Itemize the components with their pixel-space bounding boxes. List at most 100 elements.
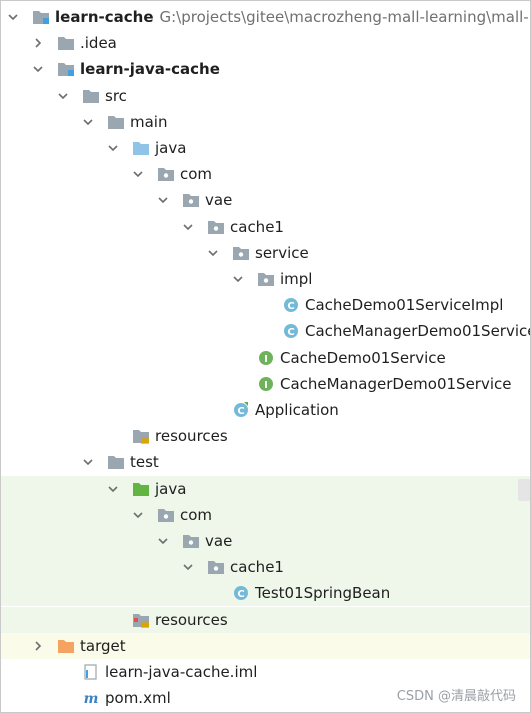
tree-row-main-cache1[interactable]: cache1 [1, 214, 530, 240]
chevron-down-icon[interactable] [31, 62, 45, 76]
interface-icon: I [256, 349, 276, 367]
package-icon [231, 244, 251, 262]
tree-row-service[interactable]: service [1, 240, 530, 266]
folder-gray-icon [56, 34, 76, 52]
test-resources-icon [131, 611, 151, 629]
folder-orange-icon [56, 637, 76, 655]
package-icon [256, 270, 276, 288]
tree-label: CacheDemo01Service [280, 348, 446, 367]
chevron-down-icon[interactable] [106, 482, 120, 496]
tree-label: cache1 [230, 558, 284, 577]
package-icon [156, 506, 176, 524]
chevron-down-icon[interactable] [156, 193, 170, 207]
tree-label: vae [205, 532, 233, 550]
folder-gray-icon [106, 453, 126, 471]
tree-label: impl [280, 270, 313, 288]
package-icon [206, 558, 226, 576]
tree-row-Test01SpringBean[interactable]: C Test01SpringBean [1, 580, 530, 607]
resources-icon [131, 427, 151, 445]
tree-label: vae [205, 191, 233, 210]
project-tree[interactable]: learn-cache G:\projects\gitee\macrozheng-… [0, 0, 531, 713]
tree-label: .idea [80, 34, 117, 53]
scrollbar-thumb[interactable] [518, 479, 530, 501]
file-iml-icon [81, 663, 101, 681]
chevron-down-icon[interactable] [106, 141, 120, 155]
tree-row-CacheManagerDemo01Service[interactable]: I CacheManagerDemo01Service [1, 371, 530, 397]
package-icon [181, 191, 201, 209]
watermark: CSDN @清晨敲代码 [396, 689, 516, 704]
module-folder-icon [31, 8, 51, 26]
package-icon [156, 165, 176, 183]
tree-row-CacheDemo01Service[interactable]: I CacheDemo01Service [1, 345, 530, 371]
chevron-down-icon[interactable] [81, 115, 95, 129]
chevron-down-icon[interactable] [181, 220, 195, 234]
svg-text:C: C [237, 589, 244, 600]
tree-label: Test01SpringBean [255, 584, 391, 603]
maven-icon: m [81, 689, 101, 707]
interface-icon: I [256, 375, 276, 393]
tree-row-test-com[interactable]: com [1, 501, 530, 528]
tree-label: CacheManagerDemo01Service [280, 374, 512, 393]
tree-label: Application [255, 401, 339, 419]
tree-label: pom.xml [105, 689, 171, 708]
tree-row-impl[interactable]: impl [1, 266, 530, 292]
chevron-down-icon[interactable] [6, 10, 20, 24]
tree-label: learn-java-cache.iml [105, 663, 258, 681]
folder-blue-icon [131, 139, 151, 157]
svg-text:m: m [84, 691, 99, 706]
chevron-down-icon[interactable] [181, 560, 195, 574]
tree-row-main[interactable]: main [1, 109, 530, 135]
tree-row-main-resources[interactable]: resources [1, 423, 530, 449]
project-root-path: G:\projects\gitee\macrozheng-mall-learni… [159, 8, 531, 26]
svg-text:C: C [237, 406, 244, 417]
class-icon: C [281, 296, 301, 314]
spring-app-icon: C [231, 401, 251, 419]
tree-row-CacheManagerDemo01ServiceImpl[interactable]: C CacheManagerDemo01ServiceImpl [1, 318, 530, 344]
folder-gray-icon [106, 113, 126, 131]
chevron-down-icon[interactable] [81, 455, 95, 469]
chevron-right-icon[interactable] [31, 639, 45, 653]
chevron-down-icon[interactable] [131, 167, 145, 181]
tree-row-root[interactable]: learn-cache G:\projects\gitee\macrozheng-… [1, 4, 530, 30]
tree-row-test-java[interactable]: java [1, 475, 530, 502]
module-folder-icon [56, 60, 76, 78]
package-icon [181, 532, 201, 550]
tree-label: test [130, 453, 159, 472]
chevron-right-icon[interactable] [31, 36, 45, 50]
chevron-down-icon[interactable] [206, 246, 220, 260]
tree-row-Application[interactable]: C Application [1, 397, 530, 423]
folder-gray-icon [81, 87, 101, 105]
chevron-down-icon[interactable] [156, 534, 170, 548]
tree-row-main-vae[interactable]: vae [1, 187, 530, 213]
tree-label: resources [155, 610, 228, 629]
tree-row-test-resources[interactable]: resources [1, 606, 530, 633]
package-icon [206, 218, 226, 236]
tree-label: CacheManagerDemo01ServiceImpl [305, 322, 530, 341]
tree-row-learn-java-cache[interactable]: learn-java-cache [1, 56, 530, 82]
tree-row-CacheDemo01ServiceImpl[interactable]: C CacheDemo01ServiceImpl [1, 292, 530, 318]
svg-text:I: I [264, 380, 268, 391]
tree-row-idea[interactable]: .idea [1, 30, 530, 56]
folder-green-icon [131, 480, 151, 498]
tree-label: com [180, 505, 213, 524]
tree-row-main-com[interactable]: com [1, 161, 530, 187]
tree-row-test-cache1[interactable]: cache1 [1, 554, 530, 581]
tree-row-test[interactable]: test [1, 449, 530, 475]
chevron-down-icon[interactable] [231, 272, 245, 286]
svg-text:C: C [287, 327, 294, 338]
tree-row-iml[interactable]: learn-java-cache.iml [1, 659, 530, 685]
tree-row-src[interactable]: src [1, 83, 530, 109]
tree-label: main [130, 112, 168, 131]
tree-label: java [155, 139, 187, 157]
tree-label: target [80, 636, 126, 655]
tree-label: service [255, 243, 309, 262]
chevron-down-icon[interactable] [56, 89, 70, 103]
tree-row-test-vae[interactable]: vae [1, 528, 530, 554]
tree-row-main-java[interactable]: java [1, 135, 530, 161]
svg-text:C: C [287, 301, 294, 312]
svg-text:I: I [264, 354, 268, 365]
chevron-down-icon[interactable] [131, 508, 145, 522]
tree-row-target[interactable]: target [1, 632, 530, 659]
class-icon: C [231, 584, 251, 602]
tree-label: java [155, 479, 187, 498]
